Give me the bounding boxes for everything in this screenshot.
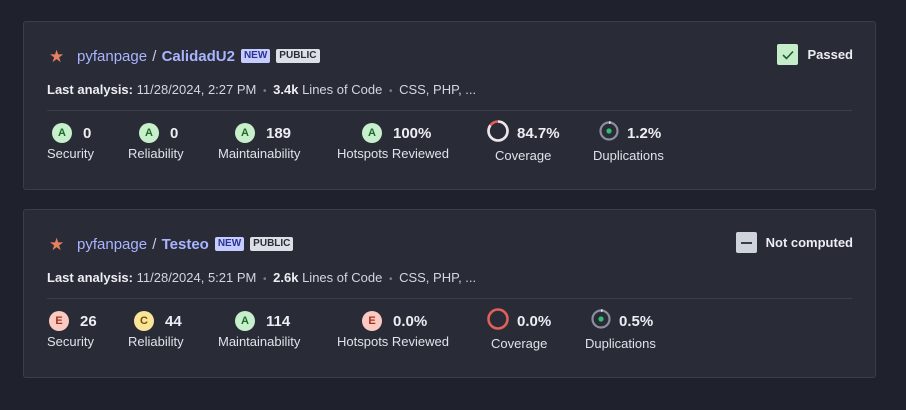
separator-dot: • [263, 86, 267, 97]
metric-hotspots-reviewed[interactable]: E 0.0% Hotspots Reviewed [337, 310, 449, 349]
new-badge: NEW [240, 49, 271, 63]
duplications-dot [598, 315, 604, 322]
project-name[interactable]: Testeo [162, 236, 209, 253]
rating-badge: A [362, 123, 382, 143]
duplications-gauge-icon [598, 120, 620, 147]
metric-label: Coverage [491, 336, 548, 351]
metric-duplications[interactable]: 0.5% Duplications [585, 308, 656, 351]
metric-label: Reliability [128, 146, 184, 161]
metric-value[interactable]: 0 [170, 125, 178, 142]
star-icon[interactable]: ★ [49, 236, 67, 253]
rating-badge: A [52, 123, 72, 143]
rating-badge: A [235, 123, 255, 143]
metric-value[interactable]: 114 [266, 313, 290, 330]
metric-reliability[interactable]: C 44 Reliability [128, 310, 184, 349]
rating-badge: E [362, 311, 382, 331]
metric-value[interactable]: 100% [393, 125, 431, 142]
coverage-gauge-icon [486, 307, 510, 336]
metric-label: Hotspots Reviewed [337, 334, 449, 349]
quality-gate-status: Passed [777, 44, 853, 65]
last-analysis-value: 11/28/2024, 5:21 PM [136, 270, 257, 285]
metric-coverage[interactable]: 84.7% Coverage [486, 119, 560, 163]
project-link[interactable]: pyfanpage / Testeo [77, 236, 209, 253]
dup-gauge-svg [591, 308, 611, 329]
last-analysis-value: 11/28/2024, 2:27 PM [136, 82, 257, 97]
loc-value: 2.6k [273, 270, 299, 285]
analysis-meta: Last analysis: 11/28/2024, 5:21 PM • 2.6… [47, 270, 476, 285]
metric-value[interactable]: 0.5% [619, 313, 653, 330]
separator-dot: • [263, 274, 267, 285]
rating-badge: A [139, 123, 159, 143]
project-org[interactable]: pyfanpage [77, 236, 147, 253]
languages: CSS, PHP, ... [399, 270, 477, 285]
duplications-gauge-icon [590, 308, 612, 335]
metric-security[interactable]: A 0 Security [47, 122, 94, 161]
public-badge: PUBLIC [250, 237, 294, 251]
metric-value[interactable]: 44 [165, 313, 182, 330]
coverage-gauge-icon [486, 119, 510, 148]
rating-badge: E [49, 311, 69, 331]
metric-value[interactable]: 0.0% [517, 313, 551, 330]
last-analysis-label: Last analysis: [47, 82, 133, 97]
metric-value[interactable]: 26 [80, 313, 97, 330]
metric-value[interactable]: 0.0% [393, 313, 427, 330]
languages: CSS, PHP, ... [399, 82, 477, 97]
metric-label: Security [47, 146, 94, 161]
metric-reliability[interactable]: A 0 Reliability [128, 122, 184, 161]
metric-maintainability[interactable]: A 189 Maintainability [218, 122, 300, 161]
metric-label: Duplications [585, 336, 656, 351]
project-org[interactable]: pyfanpage [77, 48, 147, 65]
project-card: ★ pyfanpage / Testeo NEW PUBLIC Not comp… [23, 209, 876, 378]
divider [47, 298, 852, 299]
metric-hotspots-reviewed[interactable]: A 100% Hotspots Reviewed [337, 122, 449, 161]
metric-value[interactable]: 84.7% [517, 125, 560, 142]
coverage-gauge-svg [487, 119, 509, 142]
check-icon [777, 44, 799, 65]
metric-value[interactable]: 1.2% [627, 125, 661, 142]
coverage-gauge-svg [487, 307, 509, 330]
metric-label: Maintainability [218, 334, 301, 349]
project-name[interactable]: CalidadU2 [162, 48, 235, 65]
metric-maintainability[interactable]: A 114 Maintainability [218, 310, 300, 349]
loc-value: 3.4k [273, 82, 299, 97]
divider [47, 110, 852, 111]
dash-icon [735, 232, 757, 253]
project-title-row: ★ pyfanpage / CalidadU2 NEW PUBLIC [49, 46, 320, 66]
coverage-uncovered-arc [487, 307, 509, 330]
loc-label: Lines of Code [302, 82, 383, 97]
project-title-row: ★ pyfanpage / Testeo NEW PUBLIC [49, 234, 294, 254]
quality-gate-status: Not computed [735, 232, 853, 253]
metric-security[interactable]: E 26 Security [47, 310, 97, 349]
metric-label: Reliability [128, 334, 184, 349]
separator-dot: • [388, 274, 393, 285]
metric-label: Maintainability [218, 146, 301, 161]
project-card: ★ pyfanpage / CalidadU2 NEW PUBLIC Passe… [23, 21, 876, 190]
metric-value[interactable]: 189 [266, 125, 291, 142]
duplications-dot [606, 127, 612, 134]
metric-label: Security [47, 334, 94, 349]
loc-label: Lines of Code [302, 270, 383, 285]
metric-value[interactable]: 0 [83, 125, 91, 142]
metric-label: Hotspots Reviewed [337, 146, 449, 161]
metric-label: Coverage [495, 148, 552, 163]
separator-dot: • [388, 86, 393, 97]
star-icon[interactable]: ★ [49, 48, 67, 65]
last-analysis-label: Last analysis: [47, 270, 133, 285]
rating-badge: A [235, 311, 255, 331]
analysis-meta: Last analysis: 11/28/2024, 2:27 PM • 3.4… [47, 82, 476, 97]
path-separator: / [152, 235, 157, 253]
quality-gate-label: Not computed [765, 235, 853, 250]
dup-gauge-svg [599, 120, 619, 141]
public-badge: PUBLIC [276, 49, 320, 63]
metric-label: Duplications [593, 148, 664, 163]
project-link[interactable]: pyfanpage / CalidadU2 [77, 48, 235, 65]
rating-badge: C [134, 311, 154, 331]
quality-gate-label: Passed [807, 47, 853, 62]
metric-coverage[interactable]: 0.0% Coverage [486, 307, 551, 351]
metric-duplications[interactable]: 1.2% Duplications [593, 120, 664, 163]
path-separator: / [152, 47, 157, 65]
new-badge: NEW [214, 237, 245, 251]
